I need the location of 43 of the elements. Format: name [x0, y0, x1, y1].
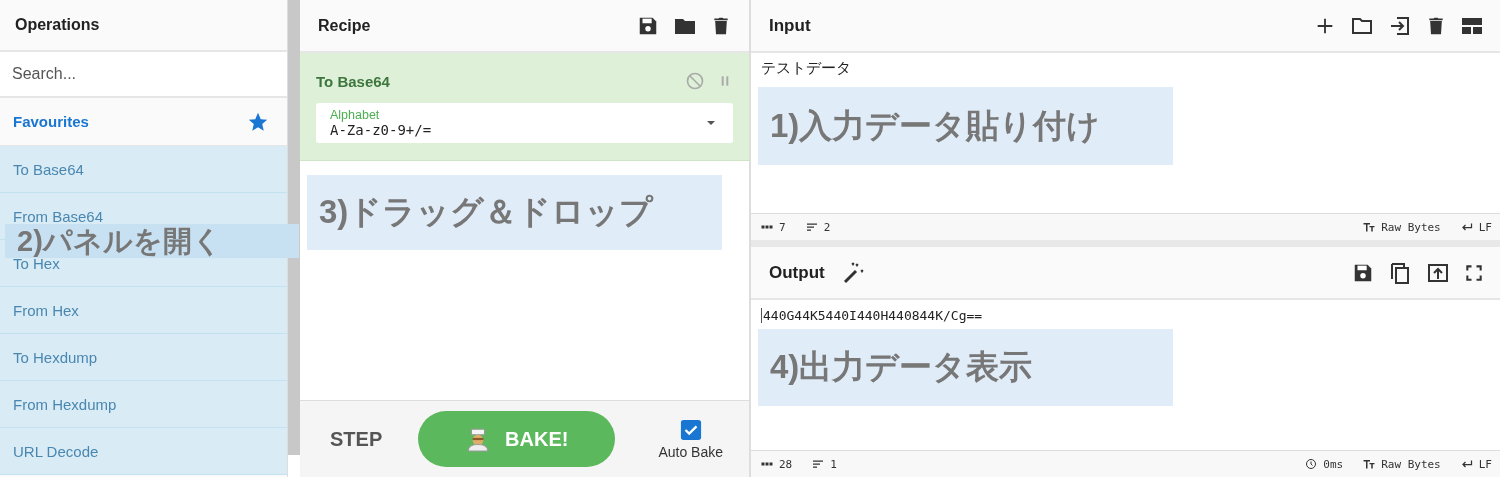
annotation-tooltip: 2)パネルを開く [5, 224, 299, 258]
operation-item[interactable]: URL Decode [0, 428, 287, 475]
clock-icon [1305, 458, 1318, 470]
line-count: 1 [830, 457, 837, 471]
recipe-operation-card[interactable]: To Base64 Alphabet A-Za-z0-9+/= [300, 53, 749, 161]
end-of-line-icon [1460, 458, 1473, 470]
fullscreen-icon[interactable] [1464, 262, 1484, 283]
output-text: 440G44K5440I440H440844K/Cg== [761, 308, 983, 323]
operation-item[interactable]: To Hexdump [0, 334, 287, 381]
operation-item[interactable]: From Hex [0, 287, 287, 334]
panel-title: Input [769, 15, 811, 36]
panel-title: Operations [15, 16, 100, 34]
operation-item[interactable]: From Hexdump [0, 381, 287, 428]
text-encoding-icon [1363, 458, 1376, 470]
length-count: 28 [779, 457, 793, 471]
operation-item[interactable]: To Base64 [0, 146, 287, 193]
eol-label[interactable]: LF [1478, 457, 1492, 471]
checkbox-label: Auto Bake [658, 443, 723, 460]
input-text: テストデータ [761, 59, 851, 76]
scrollbar[interactable] [288, 0, 300, 455]
lines-icon [812, 458, 825, 470]
copy-icon[interactable] [1388, 260, 1412, 285]
encoding-label[interactable]: Raw Bytes [1381, 220, 1441, 234]
bake-time: 0ms [1323, 457, 1344, 471]
operation-name: To Base64 [316, 72, 391, 90]
category-heading[interactable]: Favourites [13, 113, 89, 130]
lines-icon [805, 221, 818, 233]
encoding-label[interactable]: Raw Bytes [1381, 457, 1441, 471]
end-of-line-icon [1460, 221, 1473, 233]
panel-title: Output [769, 262, 825, 283]
eol-label[interactable]: LF [1478, 220, 1492, 234]
annotation-tooltip: 4)出力データ表示 [758, 329, 1173, 406]
search-field[interactable]: Search... [0, 52, 287, 98]
panel-title: Recipe [318, 16, 372, 35]
line-count: 2 [823, 220, 831, 234]
annotation-tooltip: 1)入力データ貼り付け [758, 87, 1173, 165]
annotation-tooltip: 3)ドラッグ＆ドロップ [307, 175, 722, 250]
checkbox[interactable] [679, 418, 702, 441]
bake-button[interactable]: BAKE! [418, 411, 616, 467]
step-button[interactable]: STEP [330, 427, 383, 451]
length-count: 7 [779, 220, 786, 234]
argument-dropdown[interactable]: Alphabet A-Za-z0-9+/= [316, 103, 733, 143]
text-encoding-icon [1363, 221, 1376, 233]
